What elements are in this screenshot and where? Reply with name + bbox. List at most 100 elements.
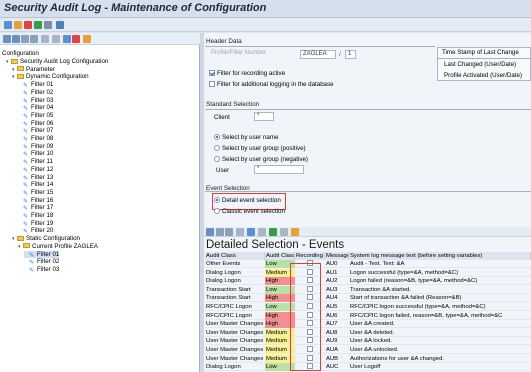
tree-item[interactable]: ✎ Filter 20: [18, 227, 53, 235]
header-data-title: Header Data: [206, 38, 242, 45]
table-row[interactable]: Transaction Start High AU4 Start of transac…: [205, 294, 531, 303]
tree-folder[interactable]: ▾ Parameter: [12, 66, 55, 73]
copy-icon[interactable]: [44, 21, 52, 29]
tree-folder[interactable]: ▾ Dynamic Configuration: [12, 73, 89, 80]
layout-icon[interactable]: [280, 228, 288, 236]
by-user-row[interactable]: Select by user name: [214, 134, 278, 141]
graphic-icon[interactable]: [291, 228, 299, 236]
detail-event-row[interactable]: Detail event selection: [214, 197, 281, 204]
tree-item[interactable]: ✎ Filter 02: [24, 258, 59, 266]
edit-icon[interactable]: [14, 21, 22, 29]
filter-logging-checkbox[interactable]: [209, 81, 215, 87]
tree-item[interactable]: ✎ Filter 03: [24, 266, 59, 274]
sum-icon[interactable]: [247, 228, 255, 236]
filter-icon[interactable]: [236, 228, 244, 236]
tree-item[interactable]: ✎ Filter 10: [18, 150, 53, 158]
expand-icon[interactable]: [3, 35, 11, 43]
table-row[interactable]: Dialog Logon High AU2 Logon failed (reason=…: [205, 277, 531, 286]
collapse-icon[interactable]: [12, 35, 20, 43]
filter-active-checkbox[interactable]: [209, 70, 215, 76]
table-cell: User &A created.: [350, 321, 395, 328]
classic-event-radio[interactable]: [214, 208, 220, 214]
column-header[interactable]: Audit Class: [265, 252, 295, 260]
details-icon[interactable]: [206, 228, 214, 236]
new-icon[interactable]: [63, 35, 71, 43]
tree-item[interactable]: ✎ Filter 13: [18, 174, 53, 182]
tree-item[interactable]: ✎ Filter 14: [18, 181, 53, 189]
classic-event-row[interactable]: Classic event selection: [214, 208, 285, 215]
profile-field[interactable]: ZAGLEA: [300, 50, 336, 59]
table-row[interactable]: User Master Changes Medium AU9 User &A lock…: [205, 337, 531, 346]
table-row[interactable]: User Master Changes Medium AUB Authorizatio…: [205, 354, 531, 363]
table-row[interactable]: Other Events Low AU0 Audit - Test. Text: &A: [205, 260, 531, 268]
tree-item[interactable]: ✎ Filter 02: [18, 89, 53, 97]
tree-item[interactable]: ✎ Filter 01: [18, 81, 53, 89]
table-cell: User Master Changes: [206, 329, 264, 336]
tree-folder[interactable]: ▾ Current Profile ZAGLEA: [18, 243, 98, 250]
tree-item[interactable]: ✎ Filter 17: [18, 204, 53, 212]
column-header[interactable]: Message ID: [325, 252, 349, 260]
table-row[interactable]: User Master Changes Medium AUA User &A unlo…: [205, 346, 531, 354]
by-user-radio[interactable]: [214, 134, 220, 140]
table-cell: Dialog Logon: [206, 269, 241, 276]
sort-ascending-icon[interactable]: [216, 228, 224, 236]
table-row[interactable]: User Master Changes Medium AU8 User &A dele…: [205, 328, 531, 337]
tree-item[interactable]: ✎ Filter 11: [18, 158, 53, 166]
tree-item[interactable]: ✎ Filter 19: [18, 220, 53, 228]
find-next-icon[interactable]: [30, 35, 38, 43]
table-row[interactable]: RFC/CPIC Logon Low AU5 RFC/CPIC logon succe…: [205, 303, 531, 311]
title-bar: Security Audit Log - Maintenance of Conf…: [0, 0, 531, 18]
remove-icon[interactable]: [72, 35, 80, 43]
find-icon[interactable]: [21, 35, 29, 43]
table-cell: RFC/CPIC logon failed, reason=&B, type=&…: [350, 312, 503, 319]
tree-item[interactable]: ✎ Filter 12: [18, 166, 53, 174]
tree-item[interactable]: ✎ Filter 04: [18, 104, 53, 112]
display-change-icon[interactable]: [4, 21, 12, 29]
table-cell: Other Events: [206, 261, 241, 267]
folder-icon[interactable]: [83, 35, 91, 43]
column-header[interactable]: Recording: [295, 252, 325, 260]
tree-item[interactable]: ✎ Filter 01: [24, 250, 60, 259]
client-field[interactable]: *: [254, 112, 274, 121]
save-icon[interactable]: [34, 21, 42, 29]
sort-descending-icon[interactable]: [225, 228, 233, 236]
tree-item[interactable]: ✎ Filter 03: [18, 96, 54, 105]
table-row[interactable]: Dialog Logon Medium AU1 Logon successful (t…: [205, 268, 531, 277]
by-group-negative-row[interactable]: Select by user group (negative): [214, 156, 308, 163]
by-group-negative-radio[interactable]: [214, 156, 220, 162]
tree-item[interactable]: ✎ Filter 16: [18, 197, 53, 205]
info-icon[interactable]: [56, 21, 64, 29]
column-header[interactable]: Audit Class: [205, 252, 265, 260]
tree-item[interactable]: ✎ Filter 08: [18, 135, 53, 143]
tree-item[interactable]: ✎ Filter 18: [18, 212, 53, 220]
tree-item-label: Filter 03: [31, 96, 54, 104]
detail-event-radio[interactable]: [214, 197, 220, 203]
table-cell: AU3: [326, 286, 338, 293]
user-field[interactable]: *: [254, 165, 304, 174]
filter-active-row[interactable]: Filter for recording active: [209, 70, 285, 77]
export-icon[interactable]: [269, 228, 277, 236]
filter-number-field[interactable]: 1: [345, 50, 356, 59]
tree-item[interactable]: ✎ Filter 07: [18, 127, 53, 135]
by-group-positive-radio[interactable]: [214, 145, 220, 151]
divider: [438, 58, 531, 59]
column-header[interactable]: System log message text (before setting …: [349, 252, 531, 260]
table-row[interactable]: User Master Changes High AU7 User &A create…: [205, 320, 531, 329]
tree-item[interactable]: ✎ Filter 15: [18, 189, 53, 197]
profile-activated-label: Profile Activated (User/Date): [444, 72, 523, 79]
by-group-positive-row[interactable]: Select by user group (positive): [214, 145, 306, 152]
filter-logging-row[interactable]: Filter for additional logging in the dat…: [209, 81, 334, 88]
layout-icon[interactable]: [41, 35, 49, 43]
tree-item[interactable]: ✎ Filter 05: [18, 112, 53, 120]
table-row[interactable]: Transaction Start Low AU3 Transaction &A st…: [205, 285, 531, 294]
table-row[interactable]: Dialog Logon Low AUC User Logoff: [205, 363, 531, 372]
print-icon[interactable]: [258, 228, 266, 236]
filter-icon[interactable]: [52, 35, 60, 43]
tree-item-label: Parameter: [26, 65, 55, 73]
table-row[interactable]: RFC/CPIC Logon High AU6 RFC/CPIC logon fail…: [205, 311, 531, 320]
delete-icon[interactable]: [24, 21, 32, 29]
tree-folder[interactable]: ▾ Static Configuration: [12, 235, 80, 242]
tree-item[interactable]: ✎ Filter 09: [18, 143, 53, 151]
tree-item[interactable]: ✎ Filter 06: [18, 120, 53, 128]
tree-folder[interactable]: ▾ Security Audit Log Configuration: [6, 58, 108, 65]
